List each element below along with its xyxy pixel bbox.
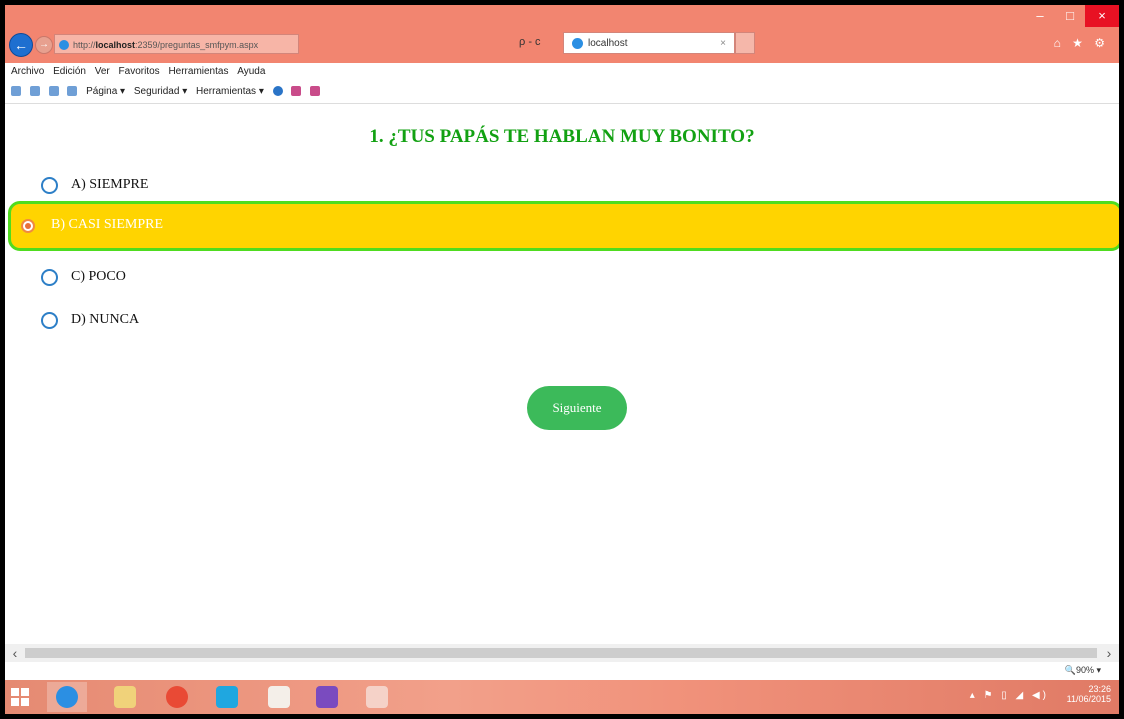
addon-icon-2[interactable] [310, 86, 321, 97]
command-pagina[interactable]: Página ▾ [86, 81, 125, 103]
back-button[interactable]: ← [9, 33, 33, 57]
menu-favoritos[interactable]: Favoritos [119, 63, 160, 81]
tab-close-icon[interactable]: × [720, 33, 726, 54]
radio-button[interactable] [41, 269, 58, 286]
radio-button[interactable] [41, 177, 58, 194]
url-host: localhost [95, 40, 136, 50]
taskbar-explorer-icon[interactable] [105, 682, 145, 712]
command-bar: Página ▾ Seguridad ▾ Herramientas ▾ [5, 81, 1119, 104]
home-favorites-settings-icons[interactable]: ⌂ ★ ⚙ [1054, 36, 1109, 50]
taskbar-paint-icon[interactable] [357, 682, 397, 712]
command-seguridad[interactable]: Seguridad ▾ [134, 81, 187, 103]
url-prefix: http:// [73, 40, 96, 50]
taskbar-visualstudio-icon[interactable] [307, 682, 347, 712]
window-controls: – □ × [1025, 5, 1119, 27]
taskbar-skype-icon[interactable] [207, 682, 247, 712]
browser-window: – □ × ← → http://localhost:2359/pregunta… [5, 5, 1119, 714]
radio-button-selected[interactable] [21, 219, 35, 233]
menu-bar: Archivo Edición Ver Favoritos Herramient… [5, 63, 1119, 81]
taskbar-tool-icon[interactable] [259, 682, 299, 712]
home-icon[interactable] [11, 86, 21, 97]
tab-title: localhost [588, 38, 628, 49]
windows-start-icon[interactable] [11, 688, 29, 706]
next-button[interactable]: Siguiente [527, 386, 627, 430]
zoom-level[interactable]: 🔍90% ▾ [1065, 665, 1101, 676]
close-button[interactable]: × [1085, 5, 1119, 27]
address-bar[interactable]: http://localhost:2359/preguntas_smfpym.a… [54, 34, 299, 54]
minimize-button[interactable]: – [1025, 5, 1055, 27]
scroll-right-icon[interactable]: › [1101, 644, 1117, 662]
scroll-thumb[interactable] [25, 648, 1097, 658]
forward-button[interactable]: → [35, 36, 53, 54]
url-path: :2359/preguntas_smfpym.aspx [135, 40, 259, 50]
taskbar-ie-icon[interactable] [47, 682, 87, 712]
option-label: B) CASI SIEMPRE [51, 217, 164, 232]
menu-ver[interactable]: Ver [95, 63, 110, 81]
taskbar-chrome-icon[interactable] [157, 682, 197, 712]
option-label: D) NUNCA [71, 312, 140, 327]
question-title: 1. ¿TUS PAPÁS TE HABLAN MUY BONITO? [369, 126, 755, 147]
help-icon[interactable] [272, 86, 283, 97]
radio-button[interactable] [41, 312, 58, 329]
option-b-selected[interactable]: B) CASI SIEMPRE [8, 201, 1119, 251]
title-bar: – □ × ← → http://localhost:2359/pregunta… [5, 5, 1119, 63]
menu-herramientas[interactable]: Herramientas [168, 63, 228, 81]
menu-archivo[interactable]: Archivo [11, 63, 44, 81]
tab-localhost[interactable]: localhost × [563, 32, 735, 54]
clock-date: 11/06/2015 [1066, 694, 1111, 704]
clock-time: 23:26 [1088, 684, 1111, 694]
scroll-left-icon[interactable]: ‹ [7, 644, 23, 662]
horizontal-scrollbar[interactable]: ‹ › [5, 644, 1119, 662]
mail-icon[interactable] [48, 86, 59, 97]
option-label: C) POCO [71, 269, 126, 284]
option-label: A) SIEMPRE [71, 177, 149, 192]
ie-tab-icon [572, 38, 583, 49]
menu-ayuda[interactable]: Ayuda [237, 63, 265, 81]
feeds-icon[interactable] [29, 86, 40, 97]
status-bar: 🔍90% ▾ [5, 662, 1119, 680]
ie-page-icon [59, 40, 69, 50]
print-icon[interactable] [67, 86, 78, 97]
command-herramientas[interactable]: Herramientas ▾ [196, 81, 264, 103]
new-tab-button[interactable] [735, 32, 755, 54]
addon-icon[interactable] [291, 86, 302, 97]
system-tray-icons[interactable]: ▴ ⚑ ▯ ◢ ◀) [970, 690, 1049, 701]
page-content: 1. ¿TUS PAPÁS TE HABLAN MUY BONITO? A) S… [5, 104, 1119, 644]
taskbar: ▴ ⚑ ▯ ◢ ◀) 23:26 11/06/2015 [5, 680, 1119, 714]
clock[interactable]: 23:26 11/06/2015 [1067, 684, 1111, 704]
search-refresh-icons[interactable]: ρ - c [519, 36, 541, 48]
menu-edicion[interactable]: Edición [53, 63, 86, 81]
maximize-button[interactable]: □ [1055, 5, 1085, 27]
